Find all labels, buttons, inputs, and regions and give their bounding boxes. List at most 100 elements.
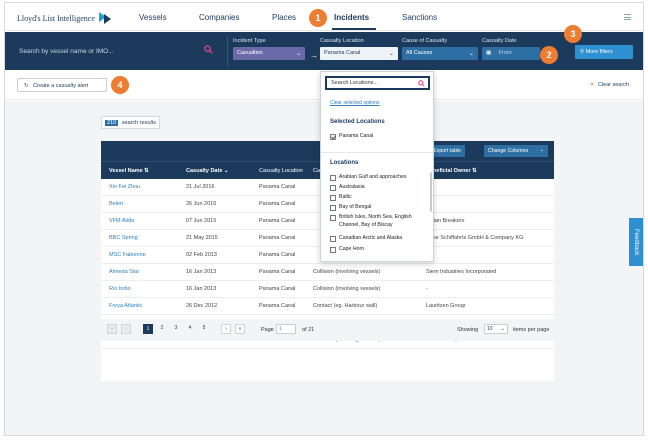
checkbox[interactable] bbox=[330, 215, 336, 221]
next-page-button[interactable]: › bbox=[221, 324, 231, 334]
clear-selected-link[interactable]: Clear selected options bbox=[330, 100, 379, 106]
checkbox[interactable] bbox=[330, 205, 336, 211]
location-option[interactable]: Arabian Gulf and approaches bbox=[330, 174, 430, 182]
cell-date: 16 Jan 2013 bbox=[186, 286, 217, 292]
checkbox[interactable] bbox=[330, 185, 336, 191]
checkbox[interactable] bbox=[330, 195, 336, 201]
page-1-button[interactable]: 1 bbox=[143, 324, 153, 334]
location-option-label: Arabian Gulf and approaches bbox=[339, 174, 407, 180]
page-number-input[interactable]: 1 bbox=[276, 324, 296, 334]
more-filters-label: More filters bbox=[585, 49, 613, 55]
cell-date: 26 Jun 2016 bbox=[186, 201, 217, 207]
col-vessel-name[interactable]: Vessel Name ⇅ bbox=[109, 168, 149, 174]
col-casualty-location[interactable]: Casualty Location bbox=[259, 168, 303, 174]
cell-owner: - bbox=[426, 286, 428, 292]
checkbox[interactable] bbox=[330, 236, 336, 242]
page-4-button[interactable]: 4 bbox=[185, 324, 195, 334]
cell-vessel[interactable]: Almeda Star bbox=[109, 269, 139, 275]
app-window: Lloyd's List Intelligence Vessels Compan… bbox=[4, 2, 644, 436]
export-table-button[interactable]: Export table bbox=[429, 145, 465, 157]
page-5-button[interactable]: 5 bbox=[199, 324, 209, 334]
create-alert-label: Create a casualty alert bbox=[33, 83, 89, 89]
cause-filter: Cause of Casualty All Causes ⌄ bbox=[402, 38, 478, 60]
page-total: of 21 bbox=[302, 327, 315, 333]
location-option-label: Cape Horn bbox=[339, 246, 365, 252]
clear-search-button[interactable]: ✕ Clear search bbox=[590, 82, 629, 88]
logo[interactable]: Lloyd's List Intelligence bbox=[17, 12, 111, 24]
divider bbox=[321, 152, 433, 153]
incident-type-select[interactable]: Casualties ⌄ bbox=[233, 47, 305, 60]
first-page-button[interactable]: « bbox=[107, 324, 117, 334]
cause-select[interactable]: All Causes ⌄ bbox=[402, 47, 478, 60]
casualty-date-label: Casualty Date bbox=[482, 38, 517, 44]
cell-location: Panama Canal bbox=[259, 269, 296, 275]
close-icon: ✕ bbox=[589, 82, 595, 88]
cause-label: Cause of Casualty bbox=[402, 38, 447, 44]
nav-sanctions[interactable]: Sanctions bbox=[402, 13, 437, 22]
cell-vessel[interactable]: Xin Fei Zhou bbox=[109, 184, 140, 190]
active-tab-indicator bbox=[332, 28, 376, 30]
location-option[interactable]: Cape Horn bbox=[330, 246, 430, 254]
page-2-button[interactable]: 2 bbox=[157, 324, 167, 334]
checkbox[interactable] bbox=[330, 247, 336, 253]
casualty-location-label: Casualty Location bbox=[320, 38, 364, 44]
arrow-right-icon: → bbox=[310, 51, 318, 60]
last-page-button[interactable]: » bbox=[235, 324, 245, 334]
cell-date: 07 Jun 2015 bbox=[186, 218, 217, 224]
col-vessel-label: Vessel Name bbox=[109, 168, 143, 174]
location-option-label: Australasia bbox=[339, 184, 365, 190]
change-columns-button[interactable]: Change Columns ⌄ bbox=[484, 145, 548, 157]
location-option[interactable]: Baltic bbox=[330, 194, 430, 202]
cell-vessel[interactable]: Freya Atlantic bbox=[109, 303, 142, 309]
cell-location: Panama Canal bbox=[259, 303, 296, 309]
location-option[interactable]: British Isles, North Sea, English Channe… bbox=[330, 214, 430, 229]
cell-type: Collision (involving vessels) bbox=[313, 269, 381, 275]
location-option[interactable]: Australasia bbox=[330, 184, 430, 192]
checkbox[interactable] bbox=[330, 175, 336, 181]
nav-places[interactable]: Places bbox=[272, 13, 296, 22]
cell-vessel[interactable]: VFM Alida bbox=[109, 218, 134, 224]
prev-page-button[interactable]: ‹ bbox=[121, 324, 131, 334]
more-filters-button[interactable]: ⚲ More filters bbox=[575, 45, 633, 59]
cell-owner: Siem Industries Incorporated bbox=[426, 269, 497, 275]
location-search-input[interactable]: Search Locations... bbox=[325, 76, 430, 90]
casualty-location-select[interactable]: Panama Canal ⌄ bbox=[320, 47, 398, 60]
cell-type: Collision (involving vessels) bbox=[313, 286, 381, 292]
checkbox[interactable] bbox=[330, 134, 336, 140]
nav-vessels[interactable]: Vessels bbox=[139, 13, 167, 22]
table-row[interactable]: Rio Indio 16 Jan 2013 Panama Canal Collisio… bbox=[101, 281, 554, 298]
page-3-button[interactable]: 3 bbox=[171, 324, 181, 334]
cell-vessel[interactable]: Belen bbox=[109, 201, 123, 207]
results-count: 210 search results bbox=[101, 116, 160, 129]
per-page-select[interactable]: 10 ⌄ bbox=[484, 324, 508, 334]
create-alert-button[interactable]: ↻ Create a casualty alert bbox=[17, 78, 107, 92]
incident-type-label: Incident Type bbox=[233, 38, 266, 44]
cell-vessel[interactable]: BBC Spring bbox=[109, 235, 138, 241]
feedback-tab[interactable]: Feedback bbox=[629, 218, 643, 266]
location-option-label: Canadian Arctic and Alaska bbox=[339, 235, 403, 241]
divider bbox=[227, 36, 228, 66]
location-option[interactable]: Canadian Arctic and Alaska bbox=[330, 235, 430, 243]
location-option[interactable]: Bay of Bengal bbox=[330, 204, 430, 212]
cell-owner: Hese Schiffahrts GmbH & Company KG bbox=[426, 235, 524, 241]
cell-vessel[interactable]: Rio Indio bbox=[109, 286, 131, 292]
location-search-placeholder: Search Locations... bbox=[331, 80, 379, 86]
table-row[interactable]: Freya Atlantic 26 Dec 2012 Panama Canal Con… bbox=[101, 298, 554, 315]
cell-date: 21 Jul 2016 bbox=[186, 184, 215, 190]
menu-icon[interactable] bbox=[624, 14, 631, 22]
chevron-down-icon: ⌄ bbox=[500, 326, 505, 332]
table-row[interactable]: Almeda Star 16 Jan 2013 Panama Canal Collis… bbox=[101, 264, 554, 281]
results-label: search results bbox=[121, 120, 156, 126]
dropdown-scrollbar[interactable] bbox=[430, 172, 432, 212]
location-option-selected[interactable]: Panama Canal bbox=[330, 133, 430, 141]
col-casualty-date[interactable]: Casualty Date ⌄ bbox=[186, 168, 229, 174]
incident-type-value: Casualties bbox=[237, 50, 263, 56]
nav-companies[interactable]: Companies bbox=[199, 13, 239, 22]
nav-incidents[interactable]: Incidents bbox=[334, 13, 369, 22]
date-from-input[interactable]: ▦ From bbox=[482, 47, 540, 60]
cell-vessel[interactable]: MSC Fabienne bbox=[109, 252, 146, 258]
vessel-search-input[interactable]: Search by vessel name or IMO... bbox=[19, 48, 114, 55]
showing-label: Showing bbox=[457, 327, 479, 333]
sort-icon: ⇅ bbox=[472, 168, 477, 174]
search-icon[interactable] bbox=[204, 45, 213, 54]
